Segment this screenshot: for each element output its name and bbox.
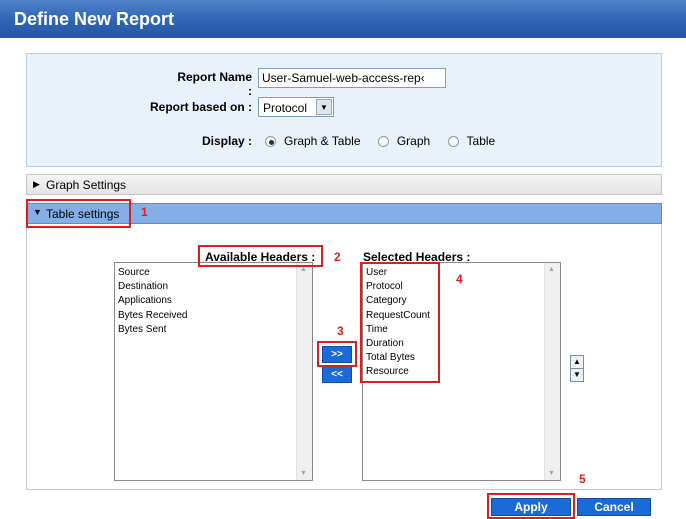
callout-box-available-headers bbox=[198, 245, 323, 267]
callout-box-add-button bbox=[317, 341, 357, 367]
graph-settings-section[interactable]: ▶ Graph Settings bbox=[26, 174, 662, 195]
caret-right-icon: ▶ bbox=[33, 179, 40, 189]
based-on-label: Report based on : bbox=[149, 100, 252, 114]
callout-number: 1 bbox=[141, 205, 148, 219]
callout-box-table-settings bbox=[26, 199, 131, 228]
available-headers-list[interactable]: Source Destination Applications Bytes Recei… bbox=[114, 262, 313, 481]
list-item[interactable]: Bytes Received bbox=[118, 309, 312, 323]
list-item[interactable]: Bytes Sent bbox=[118, 323, 312, 337]
list-item[interactable]: Applications bbox=[118, 294, 312, 308]
callout-number: 2 bbox=[334, 250, 341, 264]
remove-header-button[interactable]: << bbox=[322, 366, 352, 383]
display-label: Display : bbox=[201, 134, 252, 148]
based-on-select[interactable]: Protocol ▼ bbox=[258, 97, 334, 117]
radio-button-checked[interactable] bbox=[265, 135, 276, 147]
display-radio-group: Graph & Table Graph Table bbox=[265, 134, 509, 150]
list-item[interactable]: Source bbox=[118, 266, 312, 280]
radio-label: Table bbox=[466, 134, 496, 148]
scroll-down-icon[interactable]: ▼ bbox=[300, 470, 307, 477]
chevron-down-icon[interactable]: ▼ bbox=[316, 99, 332, 115]
callout-box-selected-headers bbox=[360, 262, 440, 383]
graph-settings-label: Graph Settings bbox=[46, 178, 127, 192]
radio-button[interactable] bbox=[377, 135, 389, 147]
radio-label: Graph & Table bbox=[284, 134, 361, 148]
report-name-label: Report Name : bbox=[177, 70, 252, 98]
scroll-up-icon[interactable]: ▲ bbox=[300, 266, 307, 273]
scroll-up-icon[interactable]: ▲ bbox=[548, 266, 555, 273]
callout-number: 3 bbox=[337, 324, 344, 338]
callout-box-apply bbox=[487, 493, 575, 519]
cancel-button[interactable]: Cancel bbox=[577, 498, 651, 516]
radio-button[interactable] bbox=[447, 135, 459, 147]
radio-graph-and-table[interactable]: Graph & Table bbox=[265, 134, 361, 148]
radio-graph[interactable]: Graph bbox=[377, 134, 431, 148]
report-form-panel: Report Name : User-Samuel-web-access-rep… bbox=[26, 53, 662, 167]
arrow-down-icon[interactable]: ▼ bbox=[570, 368, 584, 382]
window-title: Define New Report bbox=[0, 0, 686, 38]
based-on-value: Protocol bbox=[263, 101, 308, 115]
scroll-down-icon[interactable]: ▼ bbox=[548, 470, 555, 477]
radio-label: Graph bbox=[396, 134, 431, 148]
scrollbar[interactable]: ▲ ▼ bbox=[296, 263, 312, 480]
callout-number: 4 bbox=[456, 272, 463, 286]
arrow-up-icon[interactable]: ▲ bbox=[570, 355, 584, 369]
report-name-input[interactable]: User-Samuel-web-access-rep‹ bbox=[258, 68, 446, 88]
radio-table[interactable]: Table bbox=[447, 134, 496, 148]
scrollbar[interactable]: ▲ ▼ bbox=[544, 263, 560, 480]
callout-number: 5 bbox=[579, 472, 586, 486]
list-item[interactable]: Destination bbox=[118, 280, 312, 294]
